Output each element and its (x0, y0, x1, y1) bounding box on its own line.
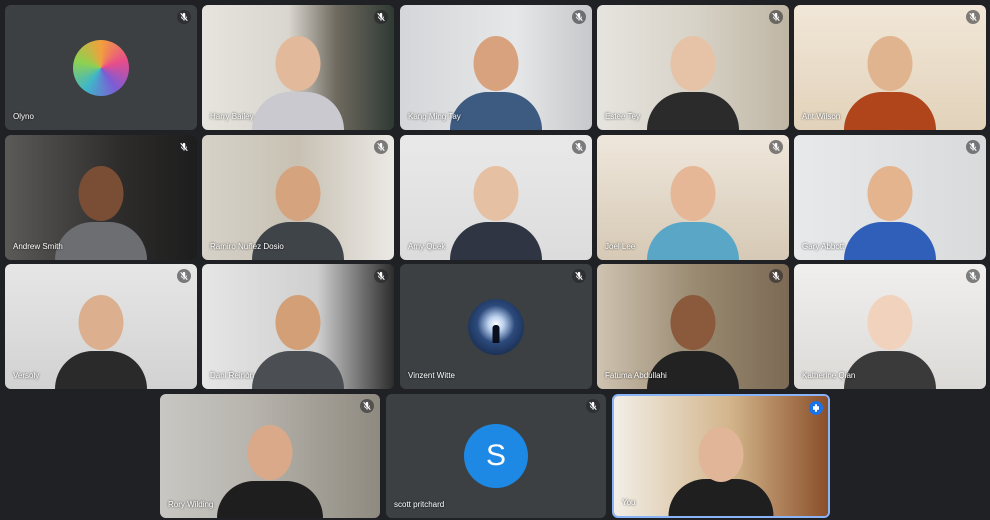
mic-off-icon (374, 10, 388, 24)
avatar (468, 298, 524, 355)
participant-name: Gary Abbott (802, 242, 845, 251)
participant-tile[interactable]: Fatuma Abdullahi (597, 264, 789, 389)
person-head (78, 295, 124, 350)
participant-name: Fatuma Abdullahi (605, 371, 667, 380)
participant-tile[interactable]: Sscott pritchard (386, 394, 606, 518)
participant-name: Versoly (13, 371, 40, 380)
participant-tile[interactable]: Estee Tey (597, 5, 789, 130)
participant-name: Olyno (13, 112, 34, 121)
participant-name: Joel Lee (605, 242, 636, 251)
participant-tile[interactable]: Olyno (5, 5, 197, 130)
participant-tile[interactable]: Ant Wilson (794, 5, 986, 130)
participant-name: Katherine Qian (802, 371, 856, 380)
participant-name: Harry Bailey (210, 112, 254, 121)
person-head (670, 36, 716, 91)
mic-off-icon (572, 140, 586, 154)
participant-tile[interactable]: Ramiro Nuñez Dosio (202, 135, 394, 260)
participant-tile[interactable]: Dani Reinón (202, 264, 394, 389)
avatar-letter: S (464, 424, 528, 488)
mic-off-icon (966, 140, 980, 154)
person-head (275, 166, 321, 221)
person-head (275, 36, 321, 91)
audio-level-icon (809, 401, 823, 415)
person-head (670, 295, 716, 350)
mic-off-icon (966, 10, 980, 24)
mic-off-icon (177, 10, 191, 24)
mic-off-icon (586, 399, 600, 413)
participant-name: Amy Quek (408, 242, 446, 251)
person-head (867, 295, 913, 350)
participant-tile[interactable]: Versoly (5, 264, 197, 389)
mic-off-icon (177, 140, 191, 154)
person-head (867, 166, 913, 221)
participant-name: You (622, 498, 636, 507)
mic-off-icon (360, 399, 374, 413)
participant-tile[interactable]: Joel Lee (597, 135, 789, 260)
participant-tile[interactable]: Gary Abbott (794, 135, 986, 260)
person-head (670, 166, 716, 221)
participant-tile[interactable]: Katherine Qian (794, 264, 986, 389)
person-head (78, 166, 124, 221)
person-head (473, 36, 519, 91)
mic-off-icon (374, 269, 388, 283)
mic-off-icon (966, 269, 980, 283)
participant-name: Dani Reinón (210, 371, 255, 380)
person-head (247, 425, 293, 480)
participant-name: Kang Ming Tay (408, 112, 461, 121)
avatar (73, 39, 129, 96)
mic-off-icon (572, 10, 586, 24)
participant-name: Estee Tey (605, 112, 640, 121)
audio-level-bar (817, 406, 819, 410)
participant-tile[interactable]: Amy Quek (400, 135, 592, 260)
participant-tile[interactable]: Vinzent Witte (400, 264, 592, 389)
participant-tile[interactable]: Harry Bailey (202, 5, 394, 130)
participant-name: Ant Wilson (802, 112, 841, 121)
participant-tile[interactable]: Kang Ming Tay (400, 5, 592, 130)
mic-off-icon (769, 269, 783, 283)
person-head (698, 427, 744, 482)
mic-off-icon (572, 269, 586, 283)
participant-name: Ramiro Nuñez Dosio (210, 242, 284, 251)
participant-tile[interactable]: You (612, 394, 830, 518)
participant-tile[interactable]: Rory Wilding (160, 394, 380, 518)
participant-name: Vinzent Witte (408, 371, 455, 380)
participant-name: Andrew Smith (13, 242, 63, 251)
participant-name: Rory Wilding (168, 500, 214, 509)
person-head (867, 36, 913, 91)
participant-tile[interactable]: Andrew Smith (5, 135, 197, 260)
mic-off-icon (769, 10, 783, 24)
participant-name: scott pritchard (394, 500, 445, 509)
mic-off-icon (177, 269, 191, 283)
mic-off-icon (769, 140, 783, 154)
person-head (473, 166, 519, 221)
mic-off-icon (374, 140, 388, 154)
person-head (275, 295, 321, 350)
silhouette-figure (492, 324, 500, 343)
